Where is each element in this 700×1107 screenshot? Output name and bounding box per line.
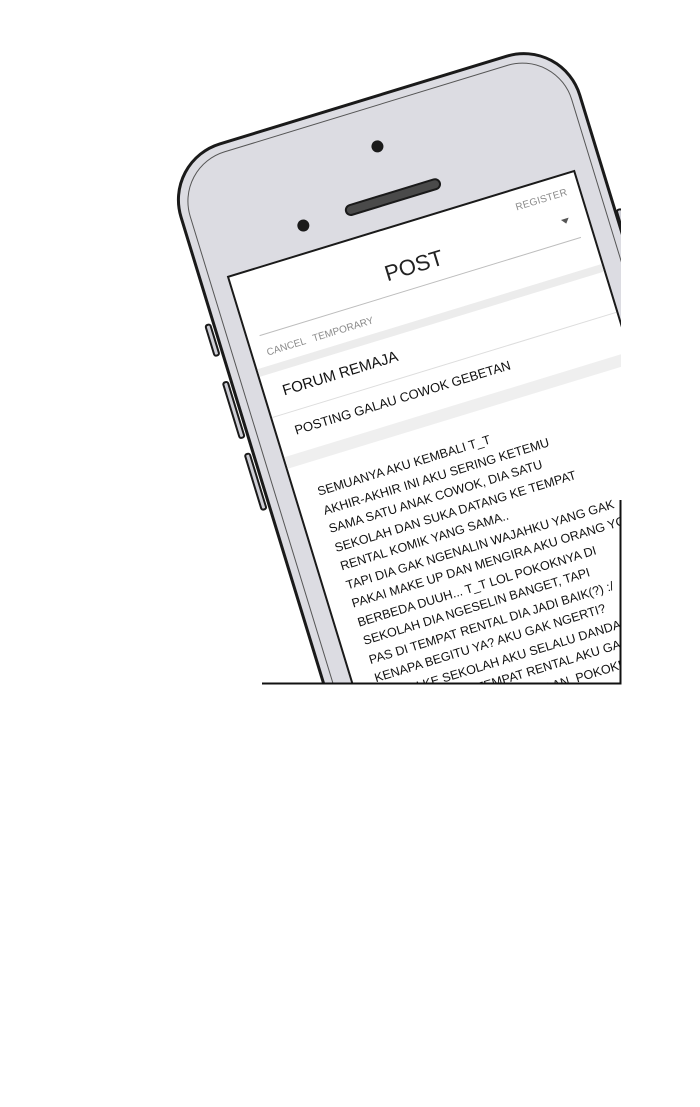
post-body-textarea[interactable]: SEMUANYA AKU KEMBALI T_T AKHIR-AKHIR INI … bbox=[315, 387, 621, 684]
smartphone: REGISTER POST CANCEL TEMPORARY FORUM REM… bbox=[162, 37, 621, 684]
field-divider bbox=[271, 311, 617, 419]
comic-panel: REGISTER POST CANCEL TEMPORARY FORUM REM… bbox=[0, 0, 621, 684]
comic-panel-page: REGISTER POST CANCEL TEMPORARY FORUM REM… bbox=[0, 0, 700, 1107]
